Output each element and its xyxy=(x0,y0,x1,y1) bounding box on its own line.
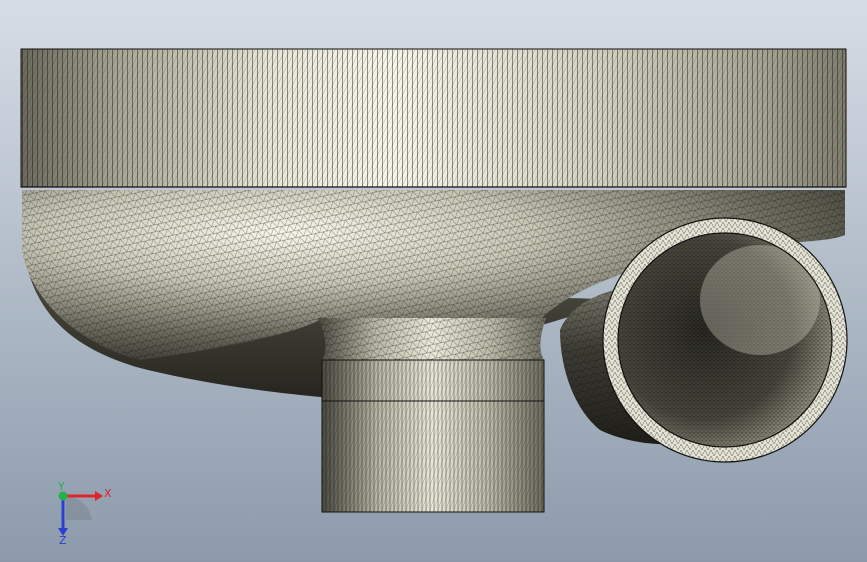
y-axis-label: Y xyxy=(57,480,65,493)
outlet-pipe-mesh xyxy=(322,360,544,512)
model-canvas[interactable]: X Y Z xyxy=(0,0,867,562)
outlet-neck-mesh xyxy=(318,318,546,360)
z-axis-label: Z xyxy=(59,534,67,547)
graphics-viewport[interactable]: X Y Z xyxy=(0,0,867,562)
x-axis-label: X xyxy=(104,487,112,500)
top-cylinder-mesh xyxy=(21,49,846,187)
